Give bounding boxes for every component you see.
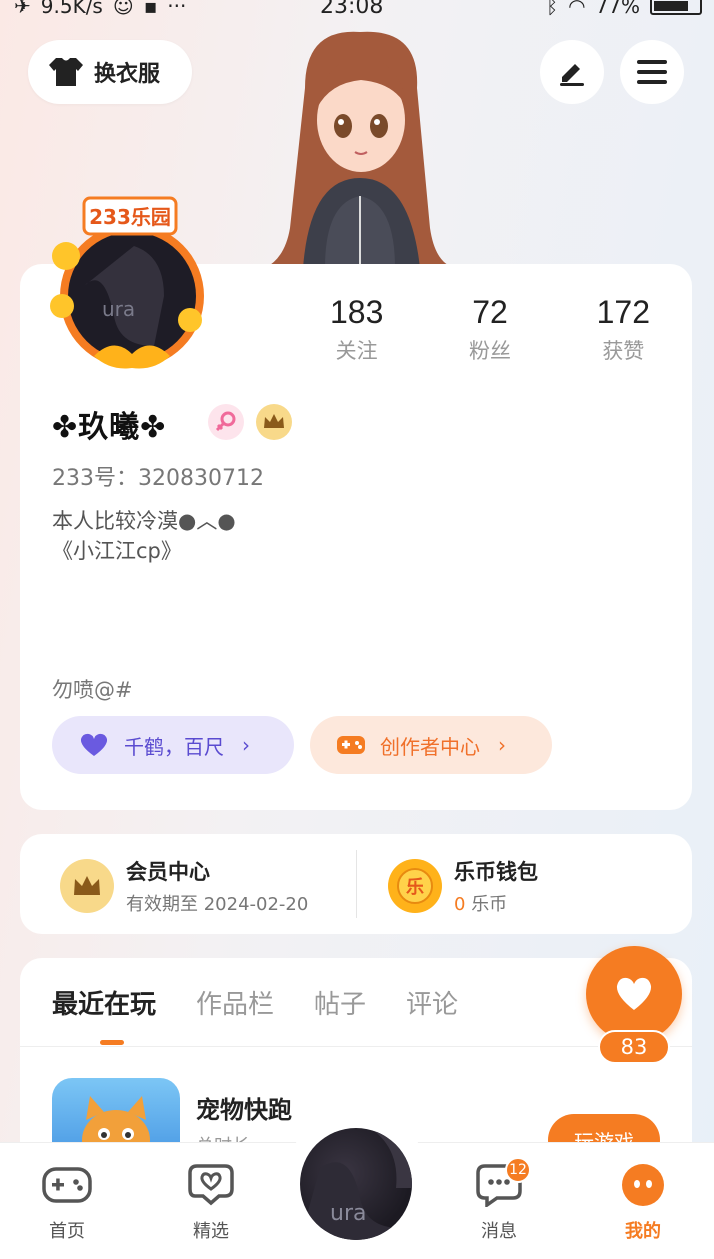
nav-mine[interactable]: 我的 [598, 1161, 688, 1243]
avatar-shirt-print: ura [102, 297, 135, 321]
like-button[interactable] [586, 946, 682, 1042]
app-notification-icon: ▪ [143, 0, 158, 18]
messages-badge: 12 [505, 1157, 531, 1183]
menu-button[interactable] [620, 40, 684, 104]
tab-comments[interactable]: 评论 [406, 984, 458, 1021]
status-bar: ✈ 9.5K/s ☺ ▪ ··· 23:08 ᛒ ◠ 77% [0, 0, 714, 22]
nav-home-label: 首页 [49, 1221, 85, 1242]
nav-messages[interactable]: 12 消息 [454, 1157, 544, 1243]
gamepad-icon [41, 1161, 93, 1209]
likes-count: 172 [596, 294, 651, 330]
active-tab-indicator [100, 1040, 124, 1045]
crown-icon [264, 414, 284, 428]
user-id: 233号：320830712 [52, 466, 264, 491]
divider [356, 850, 357, 918]
crown-icon [60, 859, 114, 913]
game-name: 宠物快跑 [196, 1096, 292, 1124]
svg-text:乐: 乐 [406, 877, 424, 898]
avatar-frame-label: 233乐园 [89, 205, 171, 229]
avatar-frame: ura 233乐园 [50, 196, 204, 369]
user-tagline: 勿喷@# [52, 678, 133, 702]
app-notification-icon: ☺ [112, 0, 134, 18]
nav-featured[interactable]: 精选 [166, 1161, 256, 1243]
creator-center-label: 创作者中心 [380, 734, 480, 759]
following-label: 关注 [335, 339, 378, 363]
change-outfit-button[interactable]: 换衣服 [28, 40, 192, 104]
profile-face-icon [617, 1161, 669, 1209]
menu-icon [637, 60, 667, 84]
nav-featured-label: 精选 [193, 1221, 229, 1242]
clock: 23:08 [320, 0, 384, 19]
wallet-unit: 乐币 [471, 894, 508, 915]
bluetooth-icon: ᛒ [546, 0, 559, 18]
purple-heart-icon [80, 733, 108, 756]
chevron-right-icon: › [498, 733, 506, 757]
followers-label: 粉丝 [468, 339, 511, 363]
avatar-character[interactable] [255, 28, 465, 268]
nickname: ✤玖曦✤ [52, 410, 167, 445]
shirt-icon [49, 58, 83, 86]
wallet-title: 乐币钱包 [454, 860, 538, 884]
center-avatar-button[interactable]: ura [300, 1128, 412, 1240]
heart-icon [616, 977, 652, 1010]
creator-center-button[interactable]: 创作者中心 › [310, 716, 552, 774]
tab-works[interactable]: 作品栏 [196, 984, 274, 1021]
nav-home[interactable]: 首页 [22, 1161, 112, 1243]
vip-crown-badge[interactable] [256, 404, 292, 440]
nav-messages-label: 消息 [481, 1221, 517, 1242]
pencil-icon [560, 64, 584, 86]
followers-count: 72 [472, 294, 508, 330]
nav-mine-label: 我的 [625, 1221, 661, 1242]
wallet-button[interactable]: 乐 乐币钱包 0 乐币 [388, 856, 538, 916]
vip-center-button[interactable]: 会员中心 有效期至 2024-02-20 [60, 856, 308, 916]
battery-percent: 77% [595, 0, 640, 18]
avatar[interactable]: ura 233乐园 [44, 196, 220, 372]
gamepad-icon [337, 736, 365, 754]
content-tabs: 最近在玩 作品栏 帖子 评论 [52, 984, 458, 1021]
member-wallet-card: 会员中心 有效期至 2024-02-20 乐 乐币钱包 0 乐币 [20, 834, 692, 934]
tab-recent-played[interactable]: 最近在玩 [52, 984, 156, 1021]
net-speed: 9.5K/s [40, 0, 103, 18]
wallet-amount: 0 [454, 894, 466, 915]
vip-expiry: 有效期至 2024-02-20 [126, 894, 309, 915]
divider [20, 1046, 692, 1047]
change-outfit-label: 换衣服 [94, 62, 161, 87]
tab-posts[interactable]: 帖子 [314, 984, 366, 1021]
edit-button[interactable] [540, 40, 604, 104]
stat-followers[interactable]: 72 粉丝 [423, 294, 556, 365]
likes-label: 获赞 [602, 339, 645, 363]
airplane-icon: ✈ [14, 0, 31, 18]
lecoin-icon: 乐 [388, 859, 442, 913]
message-icon: 12 [473, 1157, 531, 1209]
heart-chat-icon [185, 1161, 237, 1209]
profile-stats: 183 关注 72 粉丝 172 获赞 [290, 294, 690, 365]
stat-likes[interactable]: 172 获赞 [557, 294, 690, 365]
battery-icon [650, 0, 702, 15]
like-count: 83 [598, 1030, 670, 1064]
crane-label: 千鹤，百尺 [124, 734, 224, 759]
avatar-shirt-print: ura [330, 1201, 366, 1226]
following-count: 183 [329, 294, 384, 330]
more-icon: ··· [167, 0, 187, 18]
stat-following[interactable]: 183 关注 [290, 294, 423, 365]
female-gender-badge [208, 404, 244, 440]
female-icon [215, 411, 236, 432]
user-bio: 本人比较冷漠●︿● 《小江江cp》 [52, 509, 236, 563]
vip-center-title: 会员中心 [126, 860, 210, 884]
chevron-right-icon: › [242, 733, 250, 757]
crane-button[interactable]: 千鹤，百尺 › [52, 716, 294, 774]
wifi-icon: ◠ [568, 0, 586, 18]
